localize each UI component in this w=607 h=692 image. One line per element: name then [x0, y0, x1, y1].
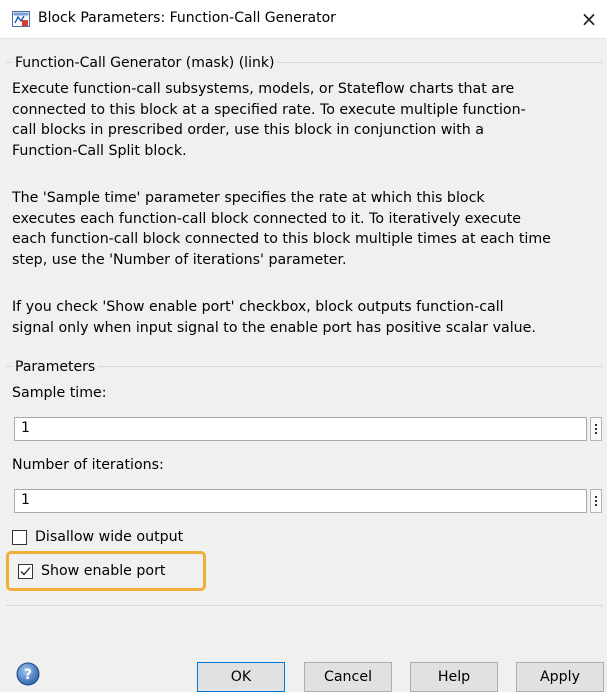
button-separator: [6, 605, 603, 606]
parameters-group: Parameters: [6, 358, 603, 376]
show-enable-port-label: Show enable port: [41, 563, 166, 579]
iterations-value: 1: [21, 492, 30, 508]
sample-time-more-button[interactable]: [590, 417, 602, 441]
help-question-icon[interactable]: ?: [16, 662, 40, 686]
description-paragraph-2: The 'Sample time' parameter specifies th…: [12, 190, 551, 268]
title-bar: Block Parameters: Function-Call Generato…: [0, 0, 607, 39]
disallow-wide-output-checkbox[interactable]: [12, 529, 27, 545]
sample-time-label: Sample time:: [12, 385, 107, 401]
vertical-dots-icon: [595, 496, 597, 498]
iterations-label: Number of iterations:: [12, 457, 164, 473]
window-title: Block Parameters: Function-Call Generato…: [38, 10, 336, 26]
disallow-wide-output-label: Disallow wide output: [35, 529, 184, 545]
iterations-more-button[interactable]: [590, 489, 602, 513]
iterations-input[interactable]: 1: [14, 489, 587, 513]
description-paragraph-3: If you check 'Show enable port' checkbox…: [12, 299, 536, 336]
parameters-group-title: Parameters: [12, 358, 99, 376]
checkmark-icon: [20, 566, 31, 575]
vertical-dots-icon: [595, 424, 597, 426]
close-button[interactable]: ×: [571, 0, 607, 38]
show-enable-port-checkbox[interactable]: [18, 563, 33, 579]
disallow-wide-output-row[interactable]: Disallow wide output: [12, 526, 183, 548]
svg-text:?: ?: [24, 667, 32, 683]
show-enable-port-row[interactable]: Show enable port: [18, 560, 165, 582]
sample-time-value: 1: [21, 420, 30, 436]
mask-group-title: Function-Call Generator (mask) (link): [12, 54, 278, 72]
description-paragraph-1: Execute function-call subsystems, models…: [12, 81, 526, 159]
sample-time-input[interactable]: 1: [14, 417, 587, 441]
simulink-block-icon: [12, 11, 30, 27]
